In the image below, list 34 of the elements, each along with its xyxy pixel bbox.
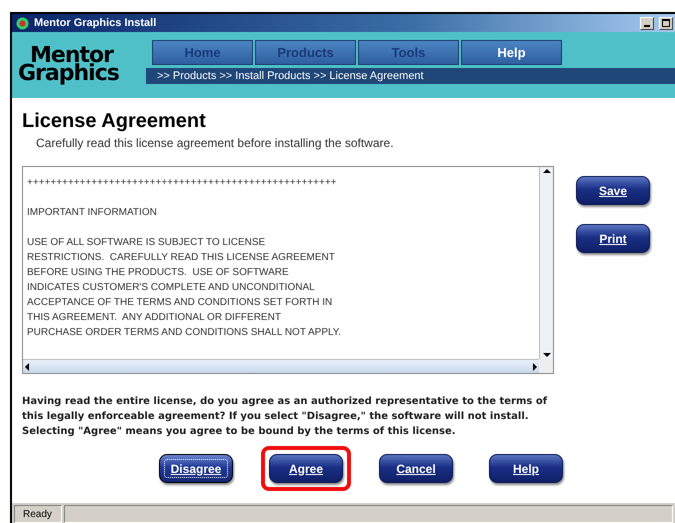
license-line: RESTRICTIONS. CAREFULLY READ THIS LICENSE AGREEMENT [27,251,336,265]
scroll-right-icon[interactable] [531,362,539,370]
window-title: Mentor Graphics Install [34,17,158,29]
scrollbar-corner [539,359,553,373]
minimize-button[interactable] [640,16,654,30]
dialog-button[interactable]: Help [489,454,563,483]
license-text-area[interactable] [22,166,554,374]
license-line: IMPORTANT INFORMATION [27,206,158,220]
license-line: +++++++++++++++++++++++++++++++++++++++++++++++++++++ [27,176,338,190]
horizontal-scrollbar[interactable] [23,359,539,373]
maximize-icon [662,19,670,27]
status-text: Ready [14,505,62,523]
dialog-button[interactable]: Agree [269,454,343,483]
license-line: USE OF ALL SOFTWARE IS SUBJECT TO LICENSE [27,236,266,250]
agreement-question: Having read the entire license, do you agree as an authorized representative to the terms of this legally enforceable agreement? If you select "Disagree," the software will not install. Selecting "Agree" means you agree to be bound by the terms of this license. [22,395,548,439]
scroll-up-icon[interactable] [542,167,550,175]
app-icon [16,16,29,30]
license-line: THIS AGREEMENT. ANY ADDITIONAL OR DIFFERENT [27,311,282,325]
license-line: INDICATES CUSTOMER'S COMPLETE AND UNCONDITIONAL [27,281,316,295]
license-line: BEFORE USING THE PRODUCTS. USE OF SOFTWARE [27,266,290,280]
page-heading: License Agreement [22,110,207,133]
maximize-button[interactable] [659,16,673,30]
nav-tab[interactable]: Help [461,40,562,65]
vertical-scrollbar[interactable] [539,167,553,359]
dialog-button[interactable]: Cancel [379,454,453,483]
page-subtitle: Carefully read this license agreement before installing the software. [36,136,395,150]
license-line: ACCEPTANCE OF THE TERMS AND CONDITIONS SET FORTH IN [27,296,334,310]
dialog-button[interactable]: Disagree [159,454,233,483]
side-button[interactable]: Save [576,176,650,205]
logo: Mentor Graphics [17,42,120,88]
side-button[interactable]: Print [576,224,650,253]
scroll-left-icon[interactable] [23,362,31,370]
license-line: PURCHASE ORDER TERMS AND CONDITIONS SHALL NOT APPLY. [27,326,342,340]
breadcrumb: >> Products >> Install Products >> License Agreement [146,68,675,84]
